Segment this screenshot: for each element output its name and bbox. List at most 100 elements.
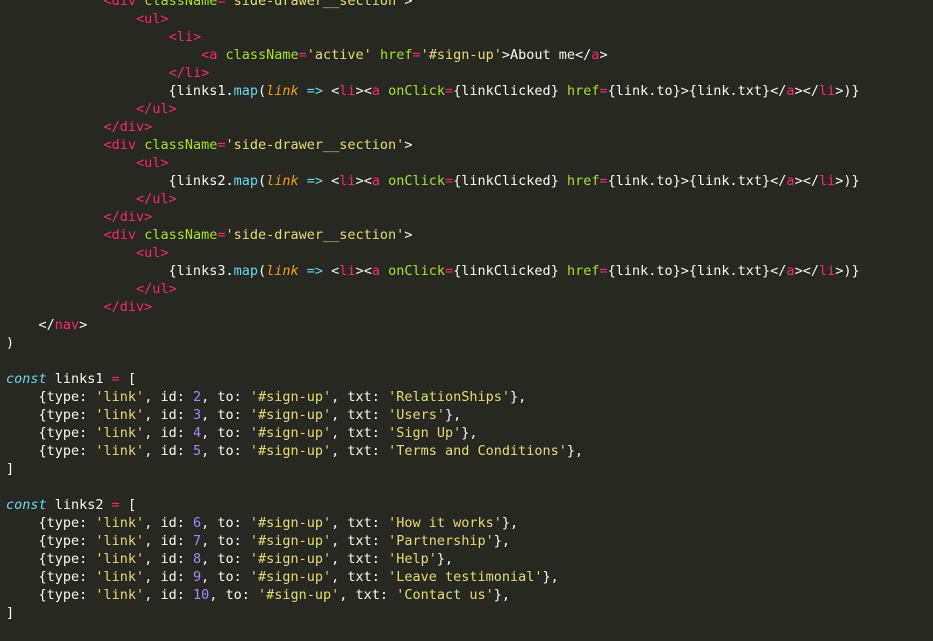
code-token-plain: , id: [144,389,193,405]
code-line[interactable]: ] [6,460,860,478]
code-token-plain: , id: [144,425,193,441]
code-line[interactable]: </ul> [6,280,860,298]
code-line[interactable]: <li> [6,28,860,46]
code-token-kw-tag: <li> [168,29,202,45]
code-token-str: 'Sign Up' [388,425,462,441]
code-token-arrow: => [306,173,324,189]
code-token-num: 8 [192,551,202,567]
code-token-attr: onClick [388,263,446,279]
code-line[interactable]: <div className='side-drawer__section'> [6,226,860,244]
code-token-num: 10 [192,587,210,603]
code-token-plain: [ [119,497,137,513]
code-token-plain: , to: [201,569,250,585]
code-token-plain: ( [257,83,267,99]
code-line[interactable]: </div> [6,208,860,226]
code-line[interactable]: {type: 'link', id: 3, to: '#sign-up', tx… [6,406,860,424]
code-line[interactable]: const links2 = [ [6,496,860,514]
code-token-plain: ( [257,173,267,189]
code-token-str: 'link' [95,443,145,459]
code-line[interactable]: {links3.map(link => <li><a onClick={link… [6,262,860,280]
code-line[interactable]: {links1.map(link => <li><a onClick={link… [6,82,860,100]
code-token-op: = [111,497,120,513]
code-editor[interactable]: <div className='side-drawer__section'> <… [0,0,933,641]
code-token-plain: < [323,83,340,99]
code-token-plain: > [404,137,413,153]
code-token-str: '#sign-up' [420,47,502,63]
code-line[interactable]: {type: 'link', id: 5, to: '#sign-up', tx… [6,442,860,460]
code-token-attr: href [566,263,600,279]
code-line[interactable]: <ul> [6,244,860,262]
code-token-plain: {type: [6,515,96,531]
code-line[interactable]: <div className='side-drawer__section'> [6,0,860,10]
code-token-str: 'side-drawer__section' [225,137,405,153]
code-token-plain: >< [355,83,372,99]
code-token-fn: map [233,263,258,279]
code-line[interactable]: <ul> [6,154,860,172]
code-token-num: 9 [192,569,202,585]
code-line[interactable]: </ul> [6,190,860,208]
code-line[interactable]: </li> [6,64,860,82]
code-token-kw-tag: </ul> [136,191,177,207]
code-line[interactable]: {type: 'link', id: 10, to: '#sign-up', t… [6,586,860,604]
code-token-plain: , id: [144,407,193,423]
code-token-str: 'link' [95,569,145,585]
code-line[interactable]: {type: 'link', id: 4, to: '#sign-up', tx… [6,424,860,442]
code-line[interactable]: {type: 'link', id: 9, to: '#sign-up', tx… [6,568,860,586]
code-token-plain: links1 [46,371,112,387]
code-token-kw-tag: </div> [103,299,153,315]
code-token-num: 3 [192,407,202,423]
code-line[interactable] [6,352,860,370]
code-token-op: = [217,137,226,153]
code-token-plain: {type: [6,569,96,585]
code-line[interactable] [6,478,860,496]
code-line[interactable]: ] [6,604,860,622]
code-token-num: 6 [192,515,202,531]
code-line[interactable]: {type: 'link', id: 8, to: '#sign-up', tx… [6,550,860,568]
code-token-plain: , txt: [331,389,389,405]
code-line[interactable]: const links1 = [ [6,370,860,388]
code-token-plain: {links1. [6,83,234,99]
code-line[interactable]: {type: 'link', id: 6, to: '#sign-up', tx… [6,514,860,532]
code-token-plain: >)} [835,263,860,279]
code-line[interactable]: </nav> [6,316,860,334]
code-line[interactable]: </ul> [6,100,860,118]
code-token-kw-tag: a [371,173,380,189]
code-token-plain: >)} [835,173,860,189]
code-token-str: 'side-drawer__section' [225,227,405,243]
code-token-str: '#sign-up' [249,407,332,423]
code-line[interactable]: <a className='active' href='#sign-up'>Ab… [6,46,860,64]
code-line[interactable]: </div> [6,118,860,136]
code-line[interactable]: ) [6,334,860,352]
code-line[interactable]: <div className='side-drawer__section'> [6,136,860,154]
code-token-kw-tag: a [371,263,380,279]
code-token-plain: {link.to}>{link.txt}</ [607,263,787,279]
code-token-str: 'Leave testimonial' [388,569,543,585]
code-token-plain: links2 [46,497,112,513]
code-token-plain: , id: [144,569,193,585]
code-line[interactable]: <ul> [6,10,860,28]
code-token-storage: const [6,497,47,513]
code-token-op: = [217,0,226,9]
code-token-str: 'Help' [388,551,437,567]
code-line[interactable]: {links2.map(link => <li><a onClick={link… [6,172,860,190]
code-token-kw-tag: <ul> [136,155,169,171]
code-content[interactable]: <div className='side-drawer__section'> <… [6,0,860,622]
code-line[interactable]: {type: 'link', id: 7, to: '#sign-up', tx… [6,532,860,550]
code-line[interactable]: {type: 'link', id: 2, to: '#sign-up', tx… [6,388,860,406]
code-token-plain: }, [510,389,527,405]
code-token-op: = [599,83,608,99]
code-token-plain: , id: [144,551,193,567]
code-token-str: 'Users' [388,407,445,423]
code-line[interactable]: </div> [6,298,860,316]
code-token-plain: ></ [794,83,819,99]
code-token-plain: {type: [6,533,96,549]
